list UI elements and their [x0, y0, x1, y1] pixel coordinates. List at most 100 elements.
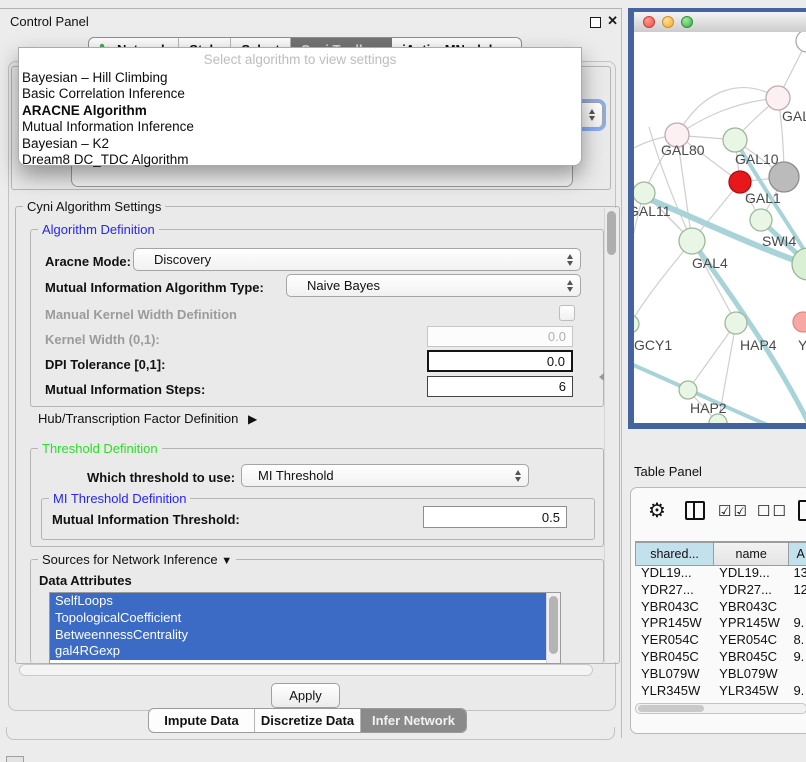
close-traffic-light-icon[interactable]: [643, 16, 655, 28]
cyni-algorithm-settings-group: Cyni Algorithm Settings Algorithm Defini…: [15, 206, 620, 664]
dpi-tolerance-label: DPI Tolerance [0,1]:: [45, 357, 165, 372]
node-label: GCY1: [634, 337, 672, 353]
column-header-shared[interactable]: shared...: [635, 542, 714, 566]
node: [750, 209, 772, 231]
node-label: GAL1: [745, 190, 781, 206]
sources-label[interactable]: Sources for Network Inference ▼: [38, 552, 236, 567]
node: [634, 315, 639, 333]
menu-item[interactable]: Bayesian – K2: [19, 136, 581, 152]
which-threshold-label: Which threshold to use:: [87, 470, 235, 485]
unchecked-checkboxes-icon[interactable]: ☐☐: [757, 502, 788, 520]
settings-horizontal-scrollbar[interactable]: [19, 664, 593, 676]
page-icon[interactable]: [798, 500, 806, 521]
node-label: GAL4: [692, 255, 728, 271]
data-attributes-label: Data Attributes: [39, 573, 132, 588]
node-label: GAL: [782, 108, 806, 124]
zoom-traffic-light-icon[interactable]: [681, 16, 693, 28]
manual-kernel-label: Manual Kernel Width Definition: [45, 307, 237, 322]
node-label: HAP2: [690, 400, 727, 416]
menu-item[interactable]: Dream8 DC_TDC Algorithm: [19, 152, 581, 168]
table-row[interactable]: YDR27...YDR27...12: [635, 582, 806, 599]
network-canvas[interactable]: GAL GAL80 GAL10 GAL1 GAL11 SWI4 GAL4 GCY…: [634, 32, 806, 423]
kernel-width-label: Kernel Width (0,1):: [45, 332, 160, 347]
combo-stepper-icon: [567, 254, 573, 266]
mi-threshold-group: MI Threshold Definition Mutual Informati…: [41, 498, 595, 540]
list-item[interactable]: TopologicalCoefficient: [50, 610, 552, 627]
node-label: SWI4: [762, 233, 796, 249]
cyni-algorithm-settings-label: Cyni Algorithm Settings: [23, 199, 165, 214]
gear-icon[interactable]: ⚙: [648, 498, 666, 523]
split-columns-icon[interactable]: [685, 501, 705, 520]
mi-steps-label: Mutual Information Steps:: [45, 382, 205, 397]
aracne-mode-value: Discovery: [154, 252, 211, 267]
table-panel-title: Table Panel: [634, 464, 702, 479]
float-window-icon[interactable]: [590, 17, 601, 28]
node-label: GAL11: [634, 203, 671, 219]
checked-checkboxes-icon[interactable]: ☑☑: [718, 502, 749, 520]
combo-stepper-icon: [589, 109, 595, 121]
menu-item-selected[interactable]: ARACNE Algorithm: [19, 103, 581, 119]
menu-item[interactable]: Mutual Information Inference: [19, 119, 581, 135]
table-row[interactable]: YBL079WYBL079W: [635, 666, 806, 683]
column-header-partial[interactable]: A: [789, 542, 806, 566]
node: [634, 182, 655, 204]
node: [725, 312, 747, 334]
table-panel: ⚙ ☑☑ ☐☐ shared... name A YDL19...YDL19..…: [630, 487, 806, 734]
menu-item[interactable]: Bayesian – Hill Climbing: [19, 70, 581, 86]
mi-threshold-field[interactable]: 0.5: [423, 506, 567, 528]
node-label: GAL80: [661, 142, 705, 158]
manual-kernel-checkbox[interactable]: [559, 305, 575, 321]
table-row[interactable]: YIL052CYIL052C9.: [635, 699, 806, 702]
list-item[interactable]: BetweennessCentrality: [50, 627, 552, 644]
hub-factor-expander[interactable]: Hub/Transcription Factor Definition ▶: [38, 411, 257, 426]
table-row[interactable]: YPR145WYPR145W9.: [635, 615, 806, 632]
scrollbar-thumb[interactable]: [638, 705, 704, 712]
table-row[interactable]: YBR045CYBR045C9.: [635, 649, 806, 666]
algorithm-definition-label: Algorithm Definition: [38, 222, 159, 237]
attributes-vertical-scrollbar[interactable]: [546, 593, 560, 663]
mi-type-value: Naive Bayes: [307, 278, 380, 293]
node-label: Y: [798, 337, 806, 353]
which-threshold-value: MI Threshold: [258, 468, 334, 483]
mi-type-label: Mutual Information Algorithm Type:: [45, 280, 264, 295]
data-attributes-list[interactable]: SelfLoops TopologicalCoefficient Between…: [49, 592, 561, 664]
settings-vertical-scrollbar[interactable]: [604, 208, 618, 662]
table-row[interactable]: YER054CYER054C8.: [635, 632, 806, 649]
application-root: Control Panel ✕ Network Style Select: [0, 0, 806, 762]
aracne-mode-label: Aracne Mode:: [45, 254, 131, 269]
table-body: YDL19...YDL19...13 YDR27...YDR27...12 YB…: [635, 565, 806, 702]
node: [766, 86, 790, 110]
dpi-tolerance-field[interactable]: 0.0: [427, 350, 573, 372]
network-window-titlebar[interactable]: [634, 12, 806, 33]
apply-button[interactable]: Apply: [271, 683, 340, 708]
close-icon[interactable]: ✕: [607, 13, 618, 29]
table-row[interactable]: YLR345WYLR345W9.: [635, 683, 806, 700]
window-grip-icon[interactable]: [6, 756, 24, 762]
node-label: HAP4: [740, 337, 777, 353]
kernel-width-field[interactable]: 0.0: [427, 326, 573, 347]
node: [793, 312, 806, 332]
mi-steps-field[interactable]: 6: [427, 376, 573, 397]
column-header-name[interactable]: name: [714, 542, 789, 566]
mi-threshold-label: Mutual Information Threshold:: [52, 512, 240, 527]
menu-item[interactable]: Basic Correlation Inference: [19, 86, 581, 102]
expand-down-icon: ▼: [221, 555, 232, 567]
algorithm-definition-group: Algorithm Definition Aracne Mode: Discov…: [30, 229, 604, 407]
node: [679, 228, 705, 254]
minimize-traffic-light-icon[interactable]: [662, 16, 674, 28]
mi-type-combo[interactable]: Naive Bayes: [286, 274, 581, 297]
control-panel-title: Control Panel: [10, 14, 89, 29]
list-item[interactable]: gal4RGexp: [50, 643, 552, 660]
panel-collapse-handle-icon[interactable]: [599, 373, 604, 381]
list-item[interactable]: SelfLoops: [50, 593, 552, 610]
table-horizontal-scrollbar[interactable]: [635, 703, 806, 714]
sources-group: Sources for Network Inference ▼ Data Att…: [30, 559, 604, 663]
table-row[interactable]: YDL19...YDL19...13: [635, 565, 806, 582]
aracne-mode-combo[interactable]: Discovery: [133, 248, 581, 271]
node-label: GAL10: [735, 151, 779, 167]
which-threshold-combo[interactable]: MI Threshold: [241, 464, 529, 487]
table-row[interactable]: YBR043CYBR043C: [635, 599, 806, 616]
control-panel-bottom-frame: [6, 727, 615, 740]
network-view-window: GAL GAL80 GAL10 GAL1 GAL11 SWI4 GAL4 GCY…: [628, 8, 806, 429]
expand-right-icon: ▶: [248, 412, 257, 426]
